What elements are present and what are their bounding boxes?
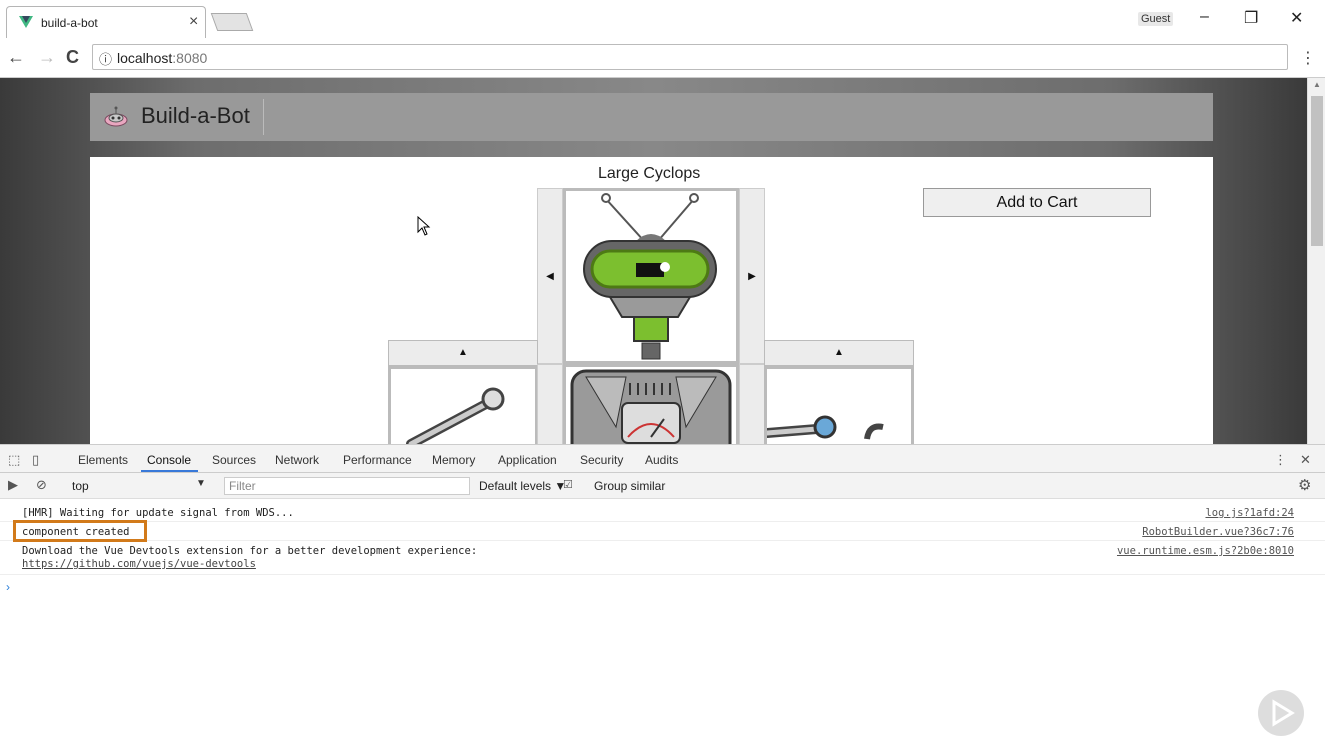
robot-right-arm-icon bbox=[762, 415, 884, 440]
tab-network[interactable]: Network bbox=[275, 453, 319, 467]
left-arm-prev-button[interactable]: ▲ bbox=[388, 340, 538, 366]
left-arm-part bbox=[388, 366, 538, 444]
restore-button[interactable]: ❐ bbox=[1244, 8, 1258, 28]
tab-title: build-a-bot bbox=[41, 16, 98, 30]
browser-tab[interactable]: build-a-bot × bbox=[6, 6, 206, 38]
back-button[interactable]: ← bbox=[7, 47, 25, 68]
log-source-link[interactable]: log.js?1afd:24 bbox=[1205, 507, 1294, 519]
active-tab-indicator bbox=[141, 470, 198, 472]
context-dropdown-icon[interactable]: ▼ bbox=[196, 478, 206, 489]
robot-torso-icon bbox=[570, 369, 732, 444]
devtools-panel: ⬚ ▯ Elements Console Sources Network Per… bbox=[0, 444, 1325, 752]
app-header: Build-a-Bot bbox=[90, 93, 1213, 141]
context-select[interactable]: top bbox=[72, 479, 89, 493]
browser-menu-icon[interactable]: ⋮ bbox=[1300, 48, 1316, 68]
tab-elements[interactable]: Elements bbox=[78, 453, 128, 467]
close-window-button[interactable]: ✕ bbox=[1290, 8, 1303, 28]
url-text: localhost:8080 bbox=[117, 50, 207, 66]
device-toolbar-icon[interactable]: ▯ bbox=[32, 452, 39, 468]
minimize-button[interactable]: – bbox=[1200, 8, 1209, 26]
right-arm-part bbox=[762, 366, 914, 444]
scroll-thumb[interactable] bbox=[1311, 96, 1323, 246]
tab-memory[interactable]: Memory bbox=[432, 453, 475, 467]
header-divider bbox=[263, 99, 264, 135]
log-row: Download the Vue Devtools extension for … bbox=[0, 543, 1325, 575]
browser-tab-bar: build-a-bot × Guest – ❐ ✕ bbox=[0, 0, 1325, 38]
inspect-element-icon[interactable]: ⬚ bbox=[8, 452, 20, 468]
tab-close-icon[interactable]: × bbox=[189, 13, 198, 31]
right-arm-prev-button[interactable]: ▲ bbox=[764, 340, 914, 366]
log-url-link[interactable]: https://github.com/vuejs/vue-devtools bbox=[22, 558, 256, 570]
add-to-cart-button[interactable]: Add to Cart bbox=[923, 188, 1151, 217]
vue-logo-icon bbox=[19, 16, 33, 28]
console-prompt[interactable]: › bbox=[6, 580, 10, 594]
log-row: component created RobotBuilder.vue?36c7:… bbox=[0, 524, 1325, 541]
tab-performance[interactable]: Performance bbox=[343, 453, 412, 467]
console-settings-gear-icon[interactable]: ⚙ bbox=[1298, 476, 1311, 494]
page-scrollbar[interactable]: ▲ bbox=[1307, 78, 1325, 444]
brand-title[interactable]: Build-a-Bot bbox=[141, 103, 250, 129]
robot-builder: Large Cyclops ◀ ▶ Add to Cart ▲ ▲ bbox=[90, 157, 1213, 444]
group-similar-label: Group similar bbox=[594, 479, 666, 493]
head-next-button[interactable]: ▶ bbox=[739, 188, 765, 364]
url-input[interactable]: ⓘ localhost:8080 bbox=[92, 44, 1288, 70]
filter-input[interactable]: Filter bbox=[224, 477, 470, 495]
info-icon[interactable]: ⓘ bbox=[99, 49, 112, 68]
torso-part bbox=[563, 364, 739, 444]
mouse-cursor-icon bbox=[417, 215, 431, 241]
clear-console-icon[interactable]: ⊘ bbox=[36, 477, 47, 493]
profile-badge[interactable]: Guest bbox=[1138, 12, 1174, 26]
log-message: Download the Vue Devtools extension for … bbox=[22, 545, 478, 557]
torso-next-button[interactable] bbox=[739, 364, 765, 444]
scroll-up-icon[interactable]: ▲ bbox=[1313, 80, 1321, 89]
devtools-tab-bar: ⬚ ▯ Elements Console Sources Network Per… bbox=[0, 445, 1325, 473]
robot-head-icon bbox=[583, 193, 717, 360]
log-message: [HMR] Waiting for update signal from WDS… bbox=[22, 507, 294, 519]
robot-logo-icon bbox=[104, 106, 128, 127]
forward-button[interactable]: → bbox=[38, 47, 56, 68]
robot-name: Large Cyclops bbox=[598, 165, 701, 182]
tab-sources[interactable]: Sources bbox=[212, 453, 256, 467]
url-port: :8080 bbox=[172, 50, 208, 66]
devtools-menu-icon[interactable]: ⋮ bbox=[1274, 452, 1287, 468]
robot-left-arm-icon bbox=[406, 387, 505, 444]
tab-audits[interactable]: Audits bbox=[645, 453, 678, 467]
console-sidebar-icon[interactable]: ▶ bbox=[8, 477, 18, 493]
new-tab-button[interactable] bbox=[210, 13, 254, 31]
log-source-link[interactable]: RobotBuilder.vue?36c7:76 bbox=[1142, 526, 1294, 538]
play-badge-icon bbox=[1258, 690, 1304, 736]
tab-security[interactable]: Security bbox=[580, 453, 623, 467]
log-levels-dropdown[interactable]: Default levels ▼ bbox=[479, 479, 566, 493]
log-row: [HMR] Waiting for update signal from WDS… bbox=[0, 506, 1325, 522]
reload-button[interactable]: C bbox=[66, 47, 79, 68]
head-prev-button[interactable]: ◀ bbox=[537, 188, 563, 364]
highlight-box bbox=[13, 520, 147, 542]
url-host: localhost bbox=[117, 50, 173, 66]
group-similar-checkbox[interactable]: ☑ bbox=[563, 478, 573, 491]
console-toolbar: ▶ ⊘ top ▼ Filter Default levels ▼ ☑ Grou… bbox=[0, 473, 1325, 499]
address-bar: ← → C ⓘ localhost:8080 ⋮ bbox=[0, 38, 1325, 78]
head-part bbox=[563, 188, 739, 364]
tab-application[interactable]: Application bbox=[498, 453, 557, 467]
log-source-link[interactable]: vue.runtime.esm.js?2b0e:8010 bbox=[1117, 545, 1294, 557]
devtools-close-icon[interactable]: ✕ bbox=[1300, 452, 1311, 468]
tab-console[interactable]: Console bbox=[147, 453, 191, 467]
torso-prev-button[interactable] bbox=[537, 364, 563, 444]
page-viewport: Build-a-Bot Large Cyclops ◀ ▶ Add to Car… bbox=[0, 78, 1307, 444]
